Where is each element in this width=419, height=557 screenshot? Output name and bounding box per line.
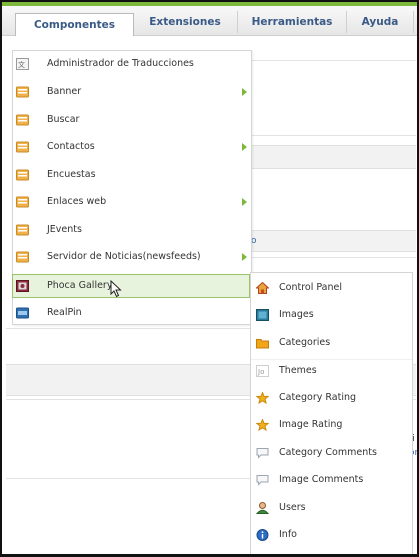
menu-item-servidor-de-noticias[interactable]: Servidor de Noticias(newsfeeds) bbox=[13, 246, 251, 268]
component-icon bbox=[16, 196, 29, 208]
menu-item-label: Banner bbox=[47, 86, 82, 97]
submenu-item-control-panel[interactable]: Control Panel bbox=[251, 277, 412, 299]
menu-tab-ayuda[interactable]: Ayuda bbox=[347, 11, 414, 33]
submenu-item-label: Image Rating bbox=[279, 419, 343, 430]
folder-icon bbox=[256, 339, 269, 349]
menu-item-label: Servidor de Noticias(newsfeeds) bbox=[47, 251, 201, 262]
menu-item-label: JEvents bbox=[47, 224, 82, 235]
window-frame: o fi or Componentes Extensiones Herramie… bbox=[0, 0, 419, 557]
submenu-item-label: Category Comments bbox=[279, 447, 377, 458]
submenu-item-category-comments[interactable]: Category Comments bbox=[251, 442, 412, 464]
phoca-gallery-icon bbox=[16, 280, 29, 292]
submenu-item-users[interactable]: Users bbox=[251, 497, 412, 519]
users-icon bbox=[256, 502, 269, 514]
realpin-icon bbox=[16, 307, 29, 319]
menu-tab-componentes[interactable]: Componentes bbox=[15, 13, 134, 36]
translation-icon: 文 bbox=[16, 58, 29, 70]
submenu-item-label: Images bbox=[279, 309, 314, 320]
page-band bbox=[250, 230, 416, 252]
menu-item-realpin[interactable]: RealPin bbox=[13, 302, 251, 324]
submenu-item-label: Control Panel bbox=[279, 282, 342, 293]
menu-item-label: Administrador de Traducciones bbox=[47, 58, 194, 69]
menu-item-encuestas[interactable]: Encuestas bbox=[13, 164, 251, 186]
component-icon bbox=[16, 224, 29, 236]
category-rating-icon bbox=[256, 392, 269, 404]
page-divider bbox=[6, 478, 250, 479]
page-divider bbox=[250, 60, 416, 61]
submenu-arrow-icon bbox=[242, 198, 247, 206]
submenu-item-category-rating[interactable]: Category Rating bbox=[251, 387, 412, 409]
info-icon bbox=[256, 529, 269, 541]
svg-text:Jo: Jo bbox=[257, 368, 264, 376]
submenu-item-categories[interactable]: Categories bbox=[251, 332, 412, 354]
menu-item-jevents[interactable]: JEvents bbox=[13, 219, 251, 241]
menu-item-label: Buscar bbox=[47, 114, 80, 125]
mouse-pointer-icon bbox=[110, 280, 122, 298]
menu-item-label: Encuestas bbox=[47, 169, 96, 180]
submenu-item-image-comments[interactable]: Image Comments bbox=[251, 469, 412, 491]
category-comments-icon bbox=[256, 448, 269, 459]
component-icon bbox=[16, 251, 29, 263]
page-divider bbox=[250, 257, 416, 258]
menu-item-label: RealPin bbox=[47, 307, 82, 318]
menu-item-contactos[interactable]: Contactos bbox=[13, 136, 251, 158]
component-icon bbox=[16, 169, 29, 181]
submenu-item-info[interactable]: Info bbox=[251, 524, 412, 546]
submenu-arrow-icon bbox=[242, 143, 247, 151]
submenu-item-label: Image Comments bbox=[279, 474, 364, 485]
submenu-item-images[interactable]: Images bbox=[251, 304, 412, 326]
component-icon bbox=[16, 114, 29, 126]
images-icon bbox=[256, 309, 269, 321]
top-menubar: Componentes Extensiones Herramientas Ayu… bbox=[2, 2, 417, 36]
menubar-accent-strip bbox=[2, 2, 417, 6]
menu-tab-herramientas[interactable]: Herramientas bbox=[238, 11, 347, 33]
menu-tab-extensiones[interactable]: Extensiones bbox=[133, 11, 238, 33]
menu-item-buscar[interactable]: Buscar bbox=[13, 109, 251, 131]
menu-item-enlaces-web[interactable]: Enlaces web bbox=[13, 191, 251, 213]
menu-item-label: Contactos bbox=[47, 141, 95, 152]
component-icon bbox=[16, 86, 29, 98]
submenu-arrow-icon bbox=[242, 88, 247, 96]
menu-item-banner[interactable]: Banner bbox=[13, 81, 251, 103]
menu-item-label: Enlaces web bbox=[47, 196, 107, 207]
menu-item-phoca-gallery[interactable]: Phoca Gallery bbox=[12, 274, 250, 298]
menu-item-label: Phoca Gallery bbox=[47, 280, 113, 291]
component-icon bbox=[16, 141, 29, 153]
componentes-dropdown-menu: 文 Administrador de Traducciones Banner B… bbox=[12, 50, 252, 325]
control-panel-icon bbox=[256, 282, 269, 294]
submenu-item-label: Themes bbox=[279, 365, 317, 376]
submenu-item-label: Info bbox=[279, 529, 297, 540]
submenu-arrow-icon bbox=[242, 253, 247, 261]
submenu-item-label: Users bbox=[279, 502, 306, 513]
image-comments-icon bbox=[256, 475, 269, 486]
svg-text:文: 文 bbox=[18, 60, 25, 69]
submenu-item-image-rating[interactable]: Image Rating bbox=[251, 414, 412, 436]
phoca-gallery-submenu: Control Panel Images Categories Jo Theme… bbox=[250, 272, 413, 554]
image-rating-icon bbox=[256, 419, 269, 431]
page-band bbox=[250, 145, 416, 169]
menu-item-administrador-de-traducciones[interactable]: 文 Administrador de Traducciones bbox=[13, 53, 251, 75]
submenu-item-themes[interactable]: Jo Themes bbox=[251, 359, 412, 382]
submenu-item-label: Categories bbox=[279, 337, 331, 348]
themes-icon: Jo bbox=[256, 365, 269, 377]
page-divider bbox=[250, 135, 416, 136]
page-divider bbox=[6, 328, 250, 329]
submenu-item-label: Category Rating bbox=[279, 392, 357, 403]
